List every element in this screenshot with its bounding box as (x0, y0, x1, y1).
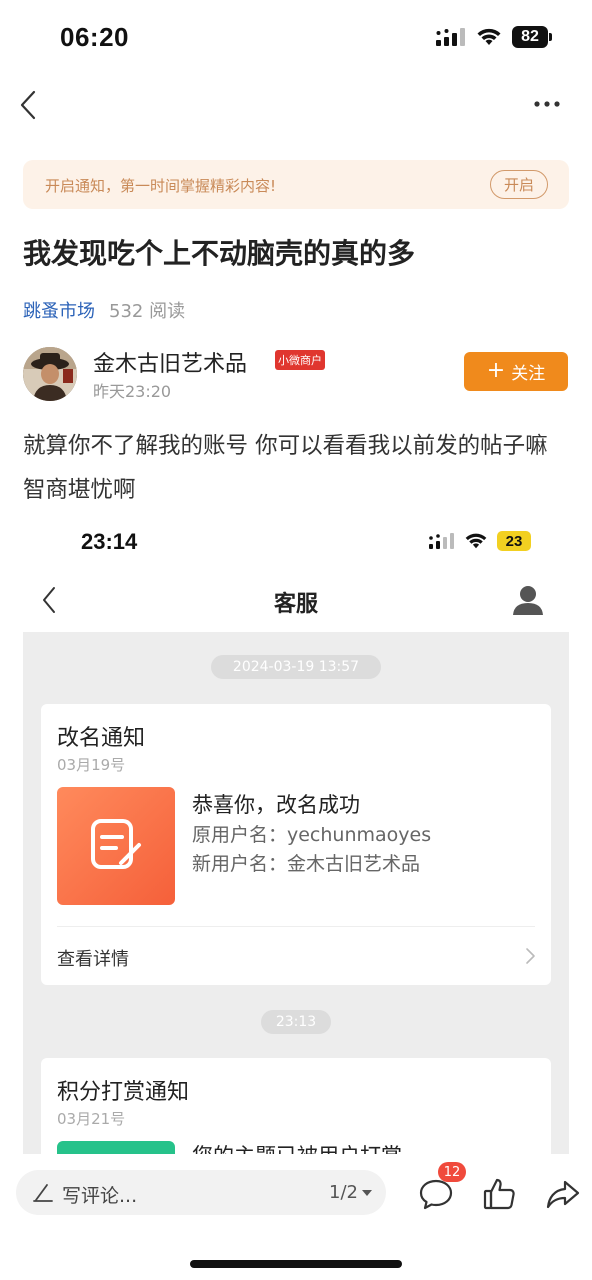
old-username: 原用户名：yechunmaoyes (192, 824, 432, 846)
rename-notice-card: 改名通知 03月19号 恭喜你，改名成功 原用户名：yechunmaoyes 新… (41, 704, 551, 985)
view-count: 532 阅读 (109, 301, 186, 322)
page-selector[interactable]: 1/2 (329, 1182, 372, 1203)
thumbs-up-icon (483, 1178, 515, 1210)
back-button[interactable] (14, 88, 42, 122)
card-headline: 恭喜你，改名成功 (192, 793, 360, 817)
caret-down-icon (362, 1189, 372, 1196)
status-time: 06:20 (60, 22, 129, 52)
user-icon (511, 584, 545, 616)
signal-icon (429, 533, 454, 549)
new-username: 新用户名：金木古旧艺术品 (192, 853, 421, 875)
wifi-icon (477, 28, 501, 45)
timestamp: 23:13 (261, 1010, 331, 1034)
screenshot-nav-bar: 客服 (23, 568, 569, 632)
post-body: 就算你不了解我的账号 你可以看看我以前发的帖子嘛 智商堪忧啊 (23, 433, 548, 503)
comment-count-badge: 12 (438, 1162, 466, 1182)
post-title: 我发现吃个上不动脑壳的真的多 (23, 237, 416, 270)
chevron-left-icon (20, 90, 36, 120)
nav-bar (0, 80, 592, 130)
battery-level: 82 (512, 26, 548, 48)
notification-text: 开启通知，第一时间掌握精彩内容! (45, 177, 277, 195)
comment-placeholder: 写评论... (62, 1185, 138, 1207)
enable-notification-button[interactable]: 开启 (490, 170, 548, 199)
reward-icon (57, 1141, 175, 1154)
more-dots-icon (534, 101, 560, 107)
chevron-right-icon (523, 947, 537, 965)
status-bar: 06:20 82 (0, 0, 592, 80)
page-label: 1/2 (329, 1182, 358, 1203)
divider (57, 926, 535, 927)
wifi-icon (465, 533, 487, 549)
screenshot-time: 23:14 (81, 529, 138, 554)
card-title: 积分打赏通知 (57, 1080, 190, 1105)
more-button[interactable] (532, 92, 562, 116)
post-meta: 跳蚤市场 532 阅读 (23, 297, 185, 323)
card-date: 03月21号 (57, 1110, 126, 1128)
bottom-toolbar: 写评论... 1/2 12 (0, 1156, 592, 1280)
post-time: 昨天23:20 (93, 382, 172, 401)
plus-icon: + (486, 357, 506, 383)
embedded-screenshot[interactable]: 23:14 23 客服 2024-03-19 13:57 改名通知 03月19号… (23, 518, 569, 1154)
view-details-link: 查看详情 (57, 949, 129, 970)
follow-label: 关注 (511, 364, 546, 384)
share-arrow-icon (546, 1180, 580, 1209)
screenshot-title: 客服 (273, 592, 318, 617)
signal-icon (436, 28, 465, 46)
card-title: 改名通知 (57, 726, 146, 751)
card-headline: 您的主题已被用户打赏 (192, 1140, 402, 1154)
home-indicator[interactable] (190, 1260, 402, 1268)
screenshot-status-bar: 23:14 23 (23, 518, 569, 568)
follow-button[interactable]: + 关注 (464, 352, 568, 391)
comment-input[interactable]: 写评论... 1/2 (16, 1170, 386, 1215)
edit-note-icon (57, 787, 175, 905)
battery-icon: 23 (497, 531, 531, 551)
author-name[interactable]: 金木古旧艺术品 (93, 346, 247, 378)
like-button[interactable] (482, 1176, 518, 1212)
status-icons: 82 (436, 26, 552, 48)
battery-icon: 82 (512, 26, 552, 48)
notification-banner: 开启通知，第一时间掌握精彩内容! 开启 (23, 160, 569, 209)
pen-icon (33, 1184, 53, 1202)
avatar[interactable] (23, 347, 77, 401)
board-link[interactable]: 跳蚤市场 (23, 297, 95, 323)
card-date: 03月19号 (57, 756, 126, 774)
points-reward-card: 积分打赏通知 03月21号 您的主题已被用户打赏 (41, 1058, 551, 1154)
share-button[interactable] (545, 1176, 581, 1212)
merchant-badge: 小微商户 (275, 350, 325, 370)
timestamp: 2024-03-19 13:57 (211, 655, 381, 679)
